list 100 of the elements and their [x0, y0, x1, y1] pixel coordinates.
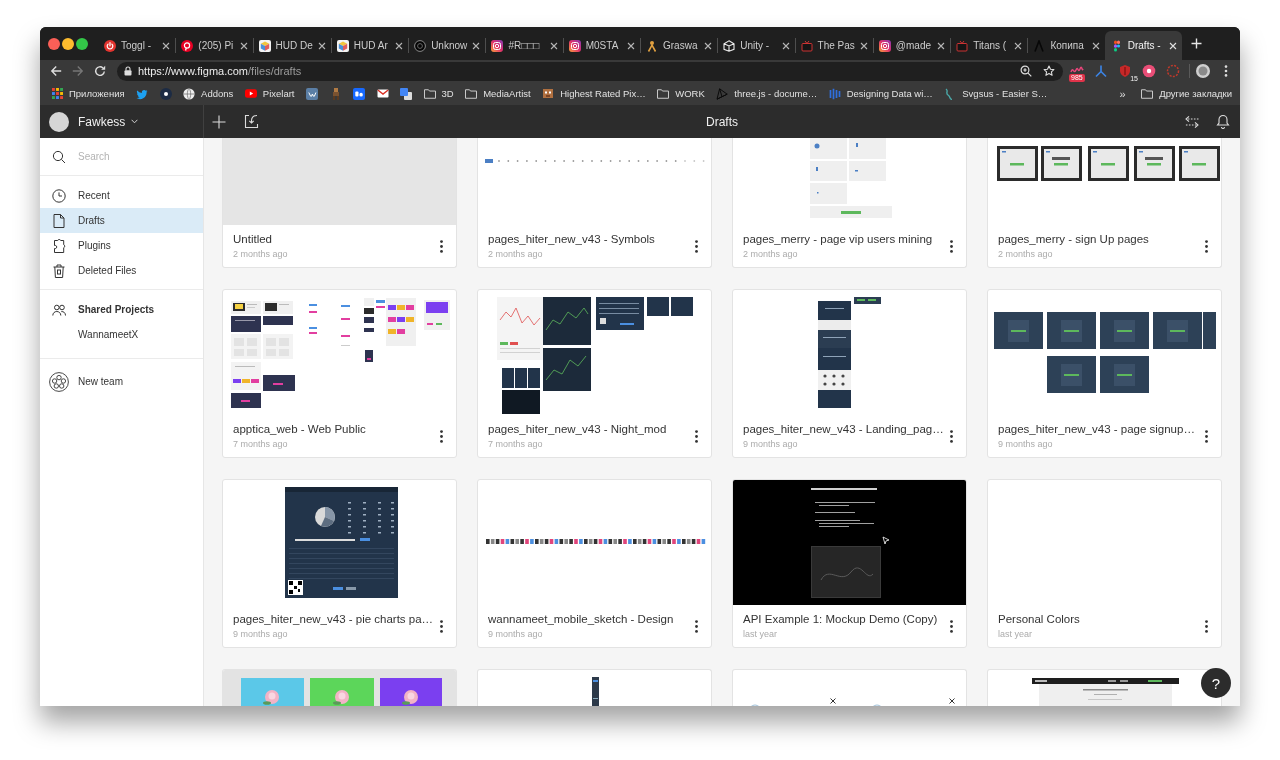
browser-tab[interactable]: #R□□□ — [485, 31, 563, 60]
bird-icon[interactable] — [136, 87, 149, 100]
round-logo-icon[interactable] — [1142, 64, 1156, 78]
file-card[interactable]: pages_merry - sign Up pages 2 months ago — [987, 138, 1222, 268]
bookmark-link[interactable]: MediaArtist — [465, 88, 531, 99]
browser-tab[interactable]: Unknow — [408, 31, 486, 60]
more-menu-icon[interactable] — [440, 619, 443, 633]
more-menu-icon[interactable] — [695, 619, 698, 633]
file-card[interactable]: API Example 1: Mockup Demo (Copy) last year — [732, 479, 967, 648]
squares-icon[interactable] — [400, 87, 412, 100]
tile-logo-icon[interactable] — [306, 87, 318, 100]
more-bookmarks-button[interactable]: » — [1119, 87, 1126, 100]
file-card[interactable]: wannameet_mobile_sketch - Design 9 months ago — [477, 479, 712, 648]
browser-tab[interactable]: HUD Ar — [330, 31, 409, 60]
bookmark-link[interactable]: Приложения — [52, 88, 125, 99]
window-close-icon[interactable] — [48, 37, 60, 50]
bookmark-link[interactable]: three.js - docume… — [716, 87, 818, 100]
browser-tab[interactable]: M0STA — [562, 31, 640, 60]
close-icon[interactable] — [472, 41, 481, 50]
close-icon[interactable] — [395, 41, 404, 50]
globe-icon — [183, 87, 196, 100]
close-icon[interactable] — [549, 41, 558, 50]
file-card[interactable]: pages_hiter_new_v43 - page signup… 9 months ago — [987, 289, 1222, 458]
close-icon[interactable] — [937, 41, 946, 50]
bookmark-link[interactable]: Highest Rated Pix… — [542, 88, 646, 99]
file-card[interactable]: apptica_web - Web Public 7 months ago — [222, 289, 457, 458]
bookmark-link[interactable]: Addons — [183, 87, 234, 100]
close-icon[interactable] — [1014, 41, 1023, 50]
reload-icon[interactable] — [94, 65, 106, 77]
more-menu-icon[interactable] — [440, 239, 443, 253]
more-menu-icon[interactable] — [950, 429, 953, 443]
file-card[interactable] — [477, 669, 712, 706]
file-card[interactable]: Personal Colors last year — [987, 479, 1222, 648]
window-minimize-icon[interactable] — [62, 37, 74, 50]
browser-tab[interactable]: HUD De — [252, 31, 331, 60]
bell-icon[interactable] — [1216, 114, 1230, 129]
browser-tab[interactable]: Graswa — [640, 31, 718, 60]
close-icon[interactable] — [859, 41, 868, 50]
tile-logo-icon[interactable] — [353, 87, 365, 100]
close-icon[interactable] — [627, 41, 635, 50]
file-card[interactable]: pages_hiter_new_v43 - pie charts pa… 9 months ago — [222, 479, 457, 648]
fork-icon[interactable] — [1094, 64, 1108, 78]
sidebar-item[interactable]: Drafts — [40, 208, 203, 233]
new-team-link[interactable]: New team — [40, 369, 203, 394]
menu-icon[interactable] — [1224, 65, 1228, 77]
bookmark-link[interactable]: 3D — [423, 88, 454, 99]
more-menu-icon[interactable] — [1205, 619, 1208, 633]
file-title: pages_hiter_new_v43 - Landing_pag… — [743, 422, 944, 436]
more-menu-icon[interactable] — [950, 239, 953, 253]
star-icon[interactable] — [1043, 65, 1055, 77]
zoom-in-icon[interactable] — [1020, 65, 1032, 77]
window-zoom-icon[interactable] — [76, 37, 88, 50]
sidebar-item[interactable]: Plugins — [40, 233, 203, 258]
import-icon[interactable] — [244, 114, 259, 129]
close-icon[interactable] — [317, 41, 326, 50]
close-icon[interactable] — [239, 41, 248, 50]
browser-tab[interactable]: Unity - — [717, 31, 795, 60]
close-icon[interactable] — [162, 41, 171, 50]
profile-avatar[interactable] — [1196, 64, 1210, 78]
sidebar-item[interactable]: Deleted Files — [40, 258, 203, 283]
browser-tab[interactable]: Toggl - — [98, 31, 176, 60]
browser-tab[interactable]: @made — [872, 31, 951, 60]
file-card[interactable]: Untitled 2 months ago — [222, 138, 457, 268]
envelope-icon[interactable] — [376, 89, 389, 98]
close-icon[interactable] — [704, 41, 713, 50]
team-switcher[interactable]: Fawkess — [78, 114, 139, 129]
arrow-left-icon[interactable] — [50, 65, 62, 77]
project-item[interactable]: WannameetX — [40, 322, 203, 347]
file-card[interactable]: pages_merry - page vip users mining 2 months ago — [732, 138, 967, 268]
help-button[interactable]: ? — [1201, 668, 1231, 698]
swap-arrows-icon[interactable] — [1184, 114, 1200, 129]
search-field[interactable]: Search — [78, 148, 188, 165]
more-menu-icon[interactable] — [695, 239, 698, 253]
bookmark-link[interactable]: Pixelart — [244, 88, 295, 99]
close-icon[interactable] — [1091, 41, 1100, 50]
file-card[interactable]: pages_hiter_new_v43 - Landing_pag… 9 months ago — [732, 289, 967, 458]
browser-tab[interactable]: The Pas — [794, 31, 873, 60]
address-field[interactable]: https://www.figma.com/files/drafts — [117, 61, 1063, 81]
browser-tab[interactable]: (205) Pi — [175, 31, 253, 60]
bookmark-link[interactable]: Другие закладки — [1141, 88, 1232, 99]
file-card[interactable]: pages_hiter_new_v43 - Night_mod 7 months ago — [477, 289, 712, 458]
close-icon[interactable] — [781, 41, 790, 50]
bookmark-link[interactable]: WORK — [657, 88, 705, 99]
close-icon[interactable] — [1169, 41, 1178, 50]
file-card[interactable] — [987, 669, 1222, 706]
circle-logo-icon[interactable] — [159, 87, 172, 100]
bookmark-link[interactable]: Svgsus - Easier S… — [944, 87, 1048, 100]
more-menu-icon[interactable] — [440, 429, 443, 443]
shared-projects-link[interactable]: Shared Projects — [40, 297, 203, 322]
file-card[interactable]: pages_hiter_new_v43 - Symbols 2 months ago — [477, 138, 712, 268]
more-menu-icon[interactable] — [950, 619, 953, 633]
more-menu-icon[interactable] — [1205, 429, 1208, 443]
more-menu-icon[interactable] — [1205, 239, 1208, 253]
browser-tab[interactable]: Titans ( — [950, 31, 1028, 60]
plus-icon[interactable] — [1191, 38, 1202, 49]
bookmark-link[interactable]: Designing Data wi… — [828, 87, 933, 100]
browser-tab[interactable]: Копипа — [1027, 31, 1105, 60]
browser-tab[interactable]: Drafts - — [1104, 31, 1183, 60]
sidebar-item[interactable]: Recent — [40, 183, 203, 208]
more-menu-icon[interactable] — [695, 429, 698, 443]
